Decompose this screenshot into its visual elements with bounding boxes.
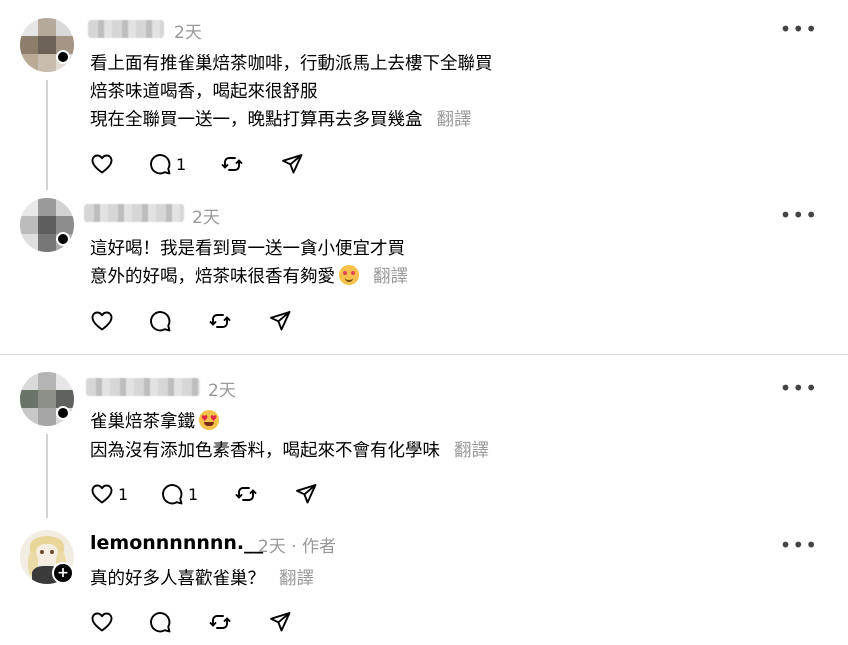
post-text-line: 看上面有推雀巢焙茶咖啡，行動派馬上去樓下全聯買 [90, 54, 493, 74]
action-bar: 1 1 [90, 482, 330, 508]
translate-link[interactable]: 翻譯 [454, 441, 489, 461]
username[interactable]: lemonnnnnnn.__ [90, 532, 263, 554]
share-icon [280, 152, 304, 176]
comment-count: 1 [188, 484, 199, 504]
heart-icon [90, 610, 114, 634]
like-button[interactable]: 1 [90, 482, 128, 506]
like-button[interactable] [90, 309, 114, 333]
comment-button[interactable]: 1 [160, 482, 198, 506]
post-time: 2天 [192, 208, 220, 228]
post-text: 意外的好喝，焙茶味很香有夠愛 [90, 267, 335, 287]
repost-icon [234, 482, 258, 506]
more-icon[interactable]: ••• [780, 19, 818, 39]
repost-icon [208, 610, 232, 634]
comment-icon [160, 482, 184, 506]
more-icon[interactable]: ••• [780, 378, 818, 398]
like-button[interactable] [90, 152, 114, 176]
smiling-hearts-emoji-icon [339, 265, 359, 285]
comment-button[interactable] [148, 309, 172, 333]
repost-button[interactable] [208, 610, 232, 634]
share-button[interactable] [268, 610, 292, 634]
username-blurred[interactable] [86, 378, 200, 396]
post-text-line: 意外的好喝，焙茶味很香有夠愛 翻譯 [90, 263, 408, 288]
comment-icon [148, 152, 172, 176]
thread-line [46, 434, 48, 518]
post-text-line: 雀巢焙茶拿鐵 ♥ ♥ [90, 408, 219, 433]
comment-count: 1 [176, 154, 187, 174]
username-blurred[interactable] [88, 20, 164, 38]
comment-icon [148, 309, 172, 333]
share-icon [268, 610, 292, 634]
action-bar: 1 [90, 152, 350, 178]
post-time: 2天 [208, 381, 236, 401]
post-text-line: 這好喝！我是看到買一送一貪小便宜才買 [90, 239, 405, 259]
post-time: 2天 · 作者 [258, 532, 336, 557]
action-bar [90, 309, 310, 335]
heart-icon [90, 309, 114, 333]
post-text-line: 因為沒有添加色素香料，喝起來不會有化學味 翻譯 [90, 437, 489, 462]
comment-button[interactable]: 1 [148, 152, 186, 176]
share-icon [294, 482, 318, 506]
share-button[interactable] [280, 152, 304, 176]
thread-divider [0, 354, 848, 355]
follow-plus-icon[interactable] [56, 232, 70, 246]
thread-line [46, 80, 48, 190]
separator-dot: · [285, 537, 303, 557]
post-text: 因為沒有添加色素香料，喝起來不會有化學味 [90, 441, 440, 461]
follow-plus-icon[interactable]: + [52, 562, 74, 584]
repost-icon [220, 152, 244, 176]
comment-button[interactable] [148, 610, 172, 634]
heart-icon [90, 152, 114, 176]
post-text-line: 焙茶味道喝香，喝起來很舒服 [90, 82, 318, 102]
like-button[interactable] [90, 610, 114, 634]
translate-link[interactable]: 翻譯 [373, 267, 408, 287]
repost-icon [208, 309, 232, 333]
repost-button[interactable] [220, 152, 244, 176]
translate-link[interactable]: 翻譯 [279, 569, 314, 589]
post-time-value: 2天 [258, 537, 286, 557]
username-blurred[interactable] [84, 204, 184, 222]
more-icon[interactable]: ••• [780, 535, 818, 555]
like-count: 1 [118, 484, 129, 504]
avatar[interactable] [20, 18, 74, 72]
follow-plus-icon[interactable] [56, 50, 70, 64]
share-button[interactable] [294, 482, 318, 506]
repost-button[interactable] [208, 309, 232, 333]
share-button[interactable] [268, 309, 292, 333]
post-text: 現在全聯買一送一，晚點打算再去多買幾盒 [90, 110, 423, 130]
comment-icon [148, 610, 172, 634]
repost-button[interactable] [234, 482, 258, 506]
share-icon [268, 309, 292, 333]
translate-link[interactable]: 翻譯 [437, 110, 472, 130]
heart-icon [90, 482, 114, 506]
post-text-line: 現在全聯買一送一，晚點打算再去多買幾盒 翻譯 [90, 106, 472, 131]
post-text: 真的好多人喜歡雀巢？ [90, 569, 265, 589]
action-bar [90, 610, 310, 636]
heart-eyes-emoji-icon: ♥ ♥ [199, 410, 219, 430]
post-text-line: 真的好多人喜歡雀巢？ 翻譯 [90, 565, 314, 590]
author-badge: 作者 [302, 537, 337, 557]
more-icon[interactable]: ••• [780, 205, 818, 225]
follow-plus-icon[interactable] [56, 406, 70, 420]
post-time: 2天 [174, 23, 202, 43]
post-text: 雀巢焙茶拿鐵 [90, 412, 195, 432]
